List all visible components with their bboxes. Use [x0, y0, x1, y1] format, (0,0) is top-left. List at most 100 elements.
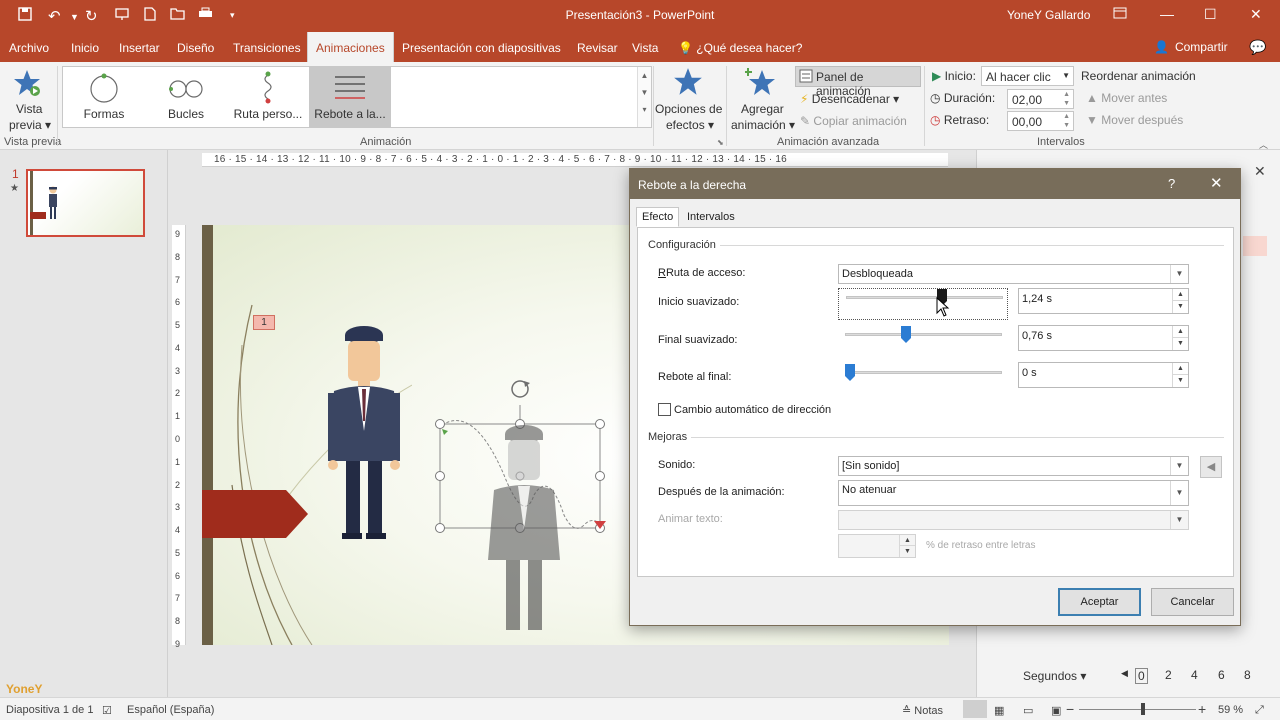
pane-close-icon[interactable]: ✕: [1254, 163, 1266, 180]
share-button[interactable]: 👤 Compartir: [1154, 40, 1228, 54]
businessman-figure[interactable]: [324, 321, 404, 541]
gallery-down-icon[interactable]: ▼: [638, 88, 651, 97]
animation-pane-button[interactable]: Panel de animación: [795, 66, 921, 98]
tell-me-search[interactable]: 💡 ¿Qué desea hacer?: [678, 41, 802, 55]
path-select[interactable]: Desbloqueada ▼: [838, 264, 1189, 284]
comment-icon[interactable]: 💬: [1249, 39, 1266, 56]
spin-up-icon[interactable]: ▲: [1172, 326, 1188, 338]
preview-button[interactable]: [12, 68, 42, 101]
dialog-launcher-icon[interactable]: ⬊: [717, 138, 724, 147]
auto-reverse-checkbox[interactable]: [658, 403, 671, 416]
zoom-out-button[interactable]: −: [1066, 701, 1074, 717]
bounce-end-spinner[interactable]: 0 s ▲ ▼: [1018, 362, 1189, 388]
status-bar: YoneY Diapositiva 1 de 1 ☑ Español (Espa…: [0, 682, 1280, 720]
zoom-in-button[interactable]: +: [1198, 701, 1206, 717]
spin-up-icon[interactable]: ▲: [1172, 289, 1188, 301]
speaker-icon[interactable]: ◀: [1200, 456, 1222, 478]
spin-down-icon[interactable]: ▼: [899, 546, 915, 557]
ruler-v-tick: 6: [175, 570, 181, 581]
spin-up-icon[interactable]: ▲: [1172, 363, 1188, 375]
seconds-dropdown[interactable]: Segundos ▾: [1023, 669, 1086, 683]
gallery-scroll[interactable]: ▲ ▼ ▾: [637, 67, 651, 127]
tab-animaciones[interactable]: Animaciones: [307, 32, 394, 62]
smooth-end-slider[interactable]: [838, 326, 1008, 356]
dialog-close-icon[interactable]: ✕: [1210, 174, 1223, 192]
tab-inicio[interactable]: Inicio: [71, 41, 99, 55]
tab-archivo[interactable]: Archivo: [9, 41, 49, 55]
gallery-item-rebote[interactable]: Rebote a la...: [309, 67, 391, 127]
red-arrow-shape[interactable]: [202, 490, 310, 540]
fit-slide-icon[interactable]: ⤢: [1255, 704, 1264, 717]
zoom-track[interactable]: [1079, 709, 1196, 710]
ruler-v-tick: 8: [175, 251, 181, 262]
gallery-item-ruta-personalizada[interactable]: Ruta perso...: [227, 67, 309, 127]
smooth-end-thumb[interactable]: [900, 326, 911, 343]
tab-vista[interactable]: Vista: [632, 41, 658, 55]
sound-select[interactable]: [Sin sonido] ▼: [838, 456, 1189, 476]
move-before-button[interactable]: ▲ Mover antes: [1086, 91, 1167, 105]
smooth-start-slider[interactable]: [838, 288, 1008, 320]
gallery-item-formas[interactable]: Formas: [63, 67, 145, 127]
after-animation-select[interactable]: No atenuar ▼: [838, 480, 1189, 506]
spin-down-icon[interactable]: ▼: [1172, 338, 1188, 350]
spin-down-icon[interactable]: ▼: [1172, 375, 1188, 387]
start-dropdown[interactable]: Al hacer clic ▼: [981, 66, 1074, 86]
delay-spin-arrows[interactable]: ▲ ▼: [1063, 112, 1070, 130]
zoom-level[interactable]: 59 %: [1218, 704, 1243, 716]
smooth-end-spinner[interactable]: 0,76 s ▲ ▼: [1018, 325, 1189, 351]
language-indicator[interactable]: Español (España): [127, 704, 214, 716]
cancel-button[interactable]: Cancelar: [1151, 588, 1234, 616]
ruler-v-tick: 8: [175, 616, 181, 627]
maximize-icon[interactable]: ☐: [1204, 6, 1217, 23]
ok-button[interactable]: Aceptar: [1058, 588, 1141, 616]
slide-counter: Diapositiva 1 de 1: [6, 704, 94, 716]
tab-presentacion[interactable]: Presentación con diapositivas: [402, 41, 561, 55]
slide-sorter-icon[interactable]: ▦: [994, 704, 1004, 717]
timeline-left-icon[interactable]: ◀: [1121, 668, 1128, 679]
section-divider: [718, 245, 1224, 246]
spin-down-icon[interactable]: ▼: [1172, 301, 1188, 313]
tab-diseno[interactable]: Diseño: [177, 41, 214, 55]
gallery-item-bucles[interactable]: Bucles: [145, 67, 227, 127]
pane-list-item[interactable]: [1243, 236, 1267, 256]
spin-up-icon[interactable]: ▲: [899, 535, 915, 546]
duration-spin-arrows[interactable]: ▲ ▼: [1063, 90, 1070, 108]
move-after-button[interactable]: ▼ Mover después: [1086, 113, 1183, 127]
add-animation-button[interactable]: [744, 66, 779, 101]
group-label-animation: Animación: [360, 136, 412, 148]
trigger-button[interactable]: ⚡ Desencadenar ▾: [800, 92, 899, 106]
normal-view-icon[interactable]: [963, 700, 987, 718]
close-icon[interactable]: ✕: [1250, 6, 1262, 23]
copy-animation-button[interactable]: ✎ Copiar animación: [800, 114, 907, 128]
tab-insertar[interactable]: Insertar: [119, 41, 160, 55]
ruler-v-tick: 2: [175, 479, 181, 490]
slide-thumbnail[interactable]: [26, 169, 145, 237]
ribbon-display-icon[interactable]: [1113, 6, 1127, 22]
delay-spinner[interactable]: 00,00 ▲ ▼: [1007, 111, 1074, 131]
user-name[interactable]: YoneY Gallardo: [1007, 8, 1090, 22]
spellcheck-icon[interactable]: ☑: [102, 704, 112, 717]
letter-delay-spinner[interactable]: ▲ ▼: [838, 534, 916, 558]
minimize-icon[interactable]: —: [1160, 6, 1174, 22]
effect-options-button[interactable]: [672, 66, 704, 101]
animation-order-tag[interactable]: 1: [253, 315, 275, 330]
ruler-v-tick: 3: [175, 502, 181, 513]
tab-transiciones[interactable]: Transiciones: [233, 41, 301, 55]
bounce-end-slider[interactable]: [838, 364, 1008, 394]
loops-path-icon: [169, 80, 203, 98]
notes-button[interactable]: ≙ Notas: [902, 704, 943, 717]
gallery-more-icon[interactable]: ▾: [638, 105, 651, 114]
duration-spinner[interactable]: 02,00 ▲ ▼: [1007, 89, 1074, 109]
reading-view-icon[interactable]: ▭: [1023, 704, 1033, 717]
help-button[interactable]: ?: [1168, 176, 1175, 191]
dialog-title-bar[interactable]: Rebote a la derecha ? ✕: [630, 169, 1240, 199]
gallery-up-icon[interactable]: ▲: [638, 71, 651, 80]
tab-intervalos[interactable]: Intervalos: [681, 207, 741, 227]
tab-efecto[interactable]: Efecto: [636, 207, 680, 227]
smooth-start-spinner[interactable]: 1,24 s ▲ ▼: [1018, 288, 1189, 314]
bounce-end-thumb[interactable]: [845, 364, 855, 381]
tab-revisar[interactable]: Revisar: [577, 41, 618, 55]
slideshow-view-icon[interactable]: ▣: [1051, 704, 1061, 717]
animate-text-select[interactable]: ▼: [838, 510, 1189, 530]
zoom-slider-thumb[interactable]: [1141, 703, 1146, 715]
